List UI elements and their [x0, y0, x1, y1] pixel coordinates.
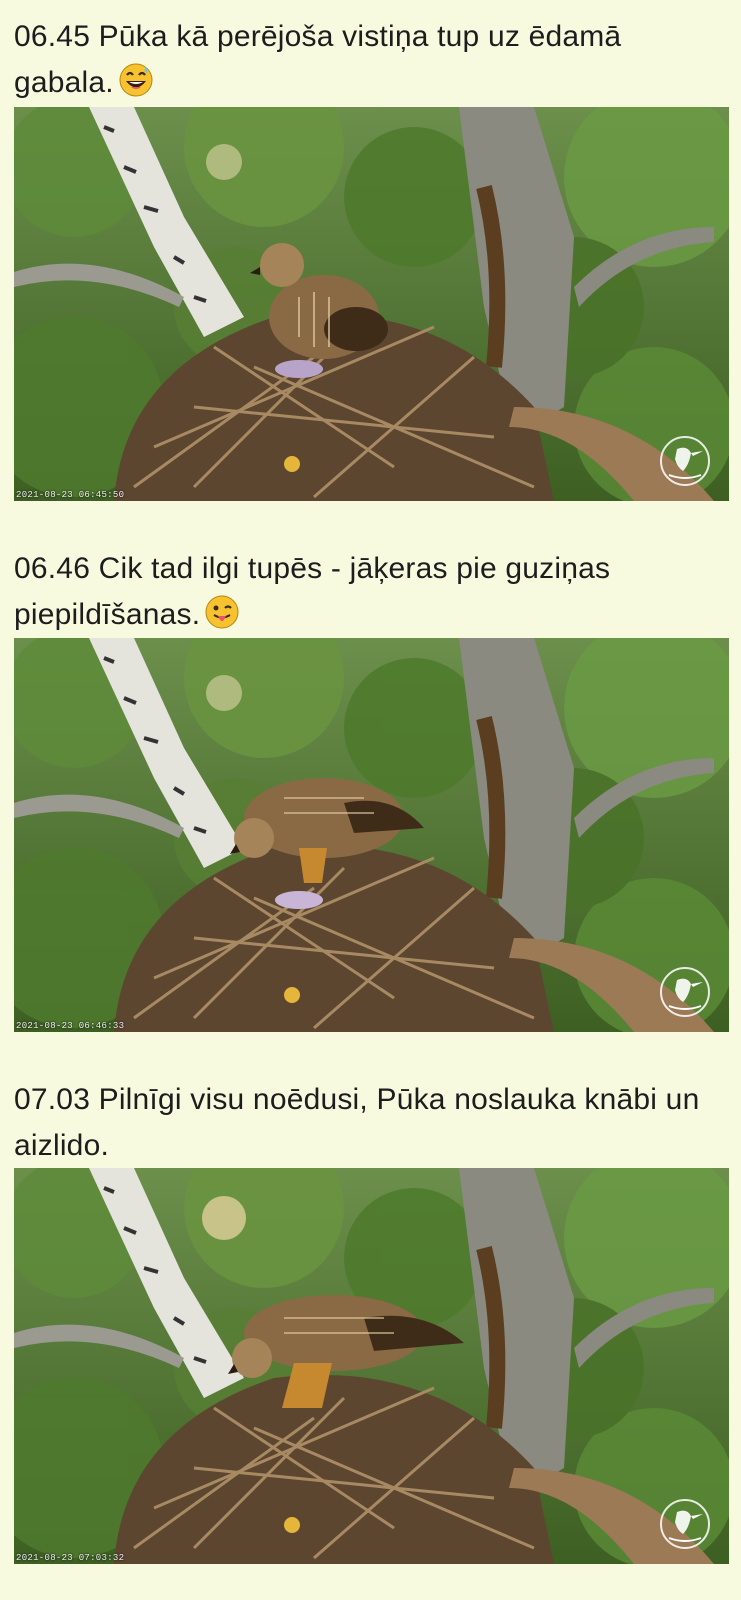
kingfisher-logo-icon [659, 1498, 711, 1550]
face-with-tongue-icon [204, 594, 240, 644]
kingfisher-logo-icon [659, 435, 711, 487]
post-2: 06.46 Cik tad ilgi tupēs - jāķeras pie g… [0, 546, 741, 644]
post-caption: 06.45 Pūka kā perējoša vistiņa tup uz ēd… [14, 14, 721, 112]
caption-text: 06.45 Pūka kā perējoša vistiņa tup uz ēd… [14, 20, 622, 99]
nest-photo-2[interactable]: 2021-08-23 06:46:33 [14, 638, 729, 1032]
post-caption: 06.46 Cik tad ilgi tupēs - jāķeras pie g… [14, 546, 721, 644]
post-caption: 07.03 Pilnīgi visu noēdusi, Pūka noslauk… [14, 1077, 721, 1169]
caption-text: 06.46 Cik tad ilgi tupēs - jāķeras pie g… [14, 552, 611, 631]
photo-timestamp: 2021-08-23 07:03:32 [16, 1553, 125, 1563]
nest-scene [14, 638, 729, 1032]
caption-text: 07.03 Pilnīgi visu noēdusi, Pūka noslauk… [14, 1083, 700, 1162]
photo-timestamp: 2021-08-23 06:45:50 [16, 490, 125, 500]
post-1: 06.45 Pūka kā perējoša vistiņa tup uz ēd… [0, 14, 741, 112]
grinning-face-with-sweat-icon [118, 62, 154, 112]
photo-timestamp: 2021-08-23 06:46:33 [16, 1021, 125, 1031]
nest-photo-1[interactable]: 2021-08-23 06:45:50 [14, 107, 729, 501]
nest-scene [14, 107, 729, 501]
nest-scene [14, 1168, 729, 1564]
nest-photo-3[interactable]: 2021-08-23 07:03:32 [14, 1168, 729, 1564]
post-3: 07.03 Pilnīgi visu noēdusi, Pūka noslauk… [0, 1077, 741, 1169]
kingfisher-logo-icon [659, 966, 711, 1018]
